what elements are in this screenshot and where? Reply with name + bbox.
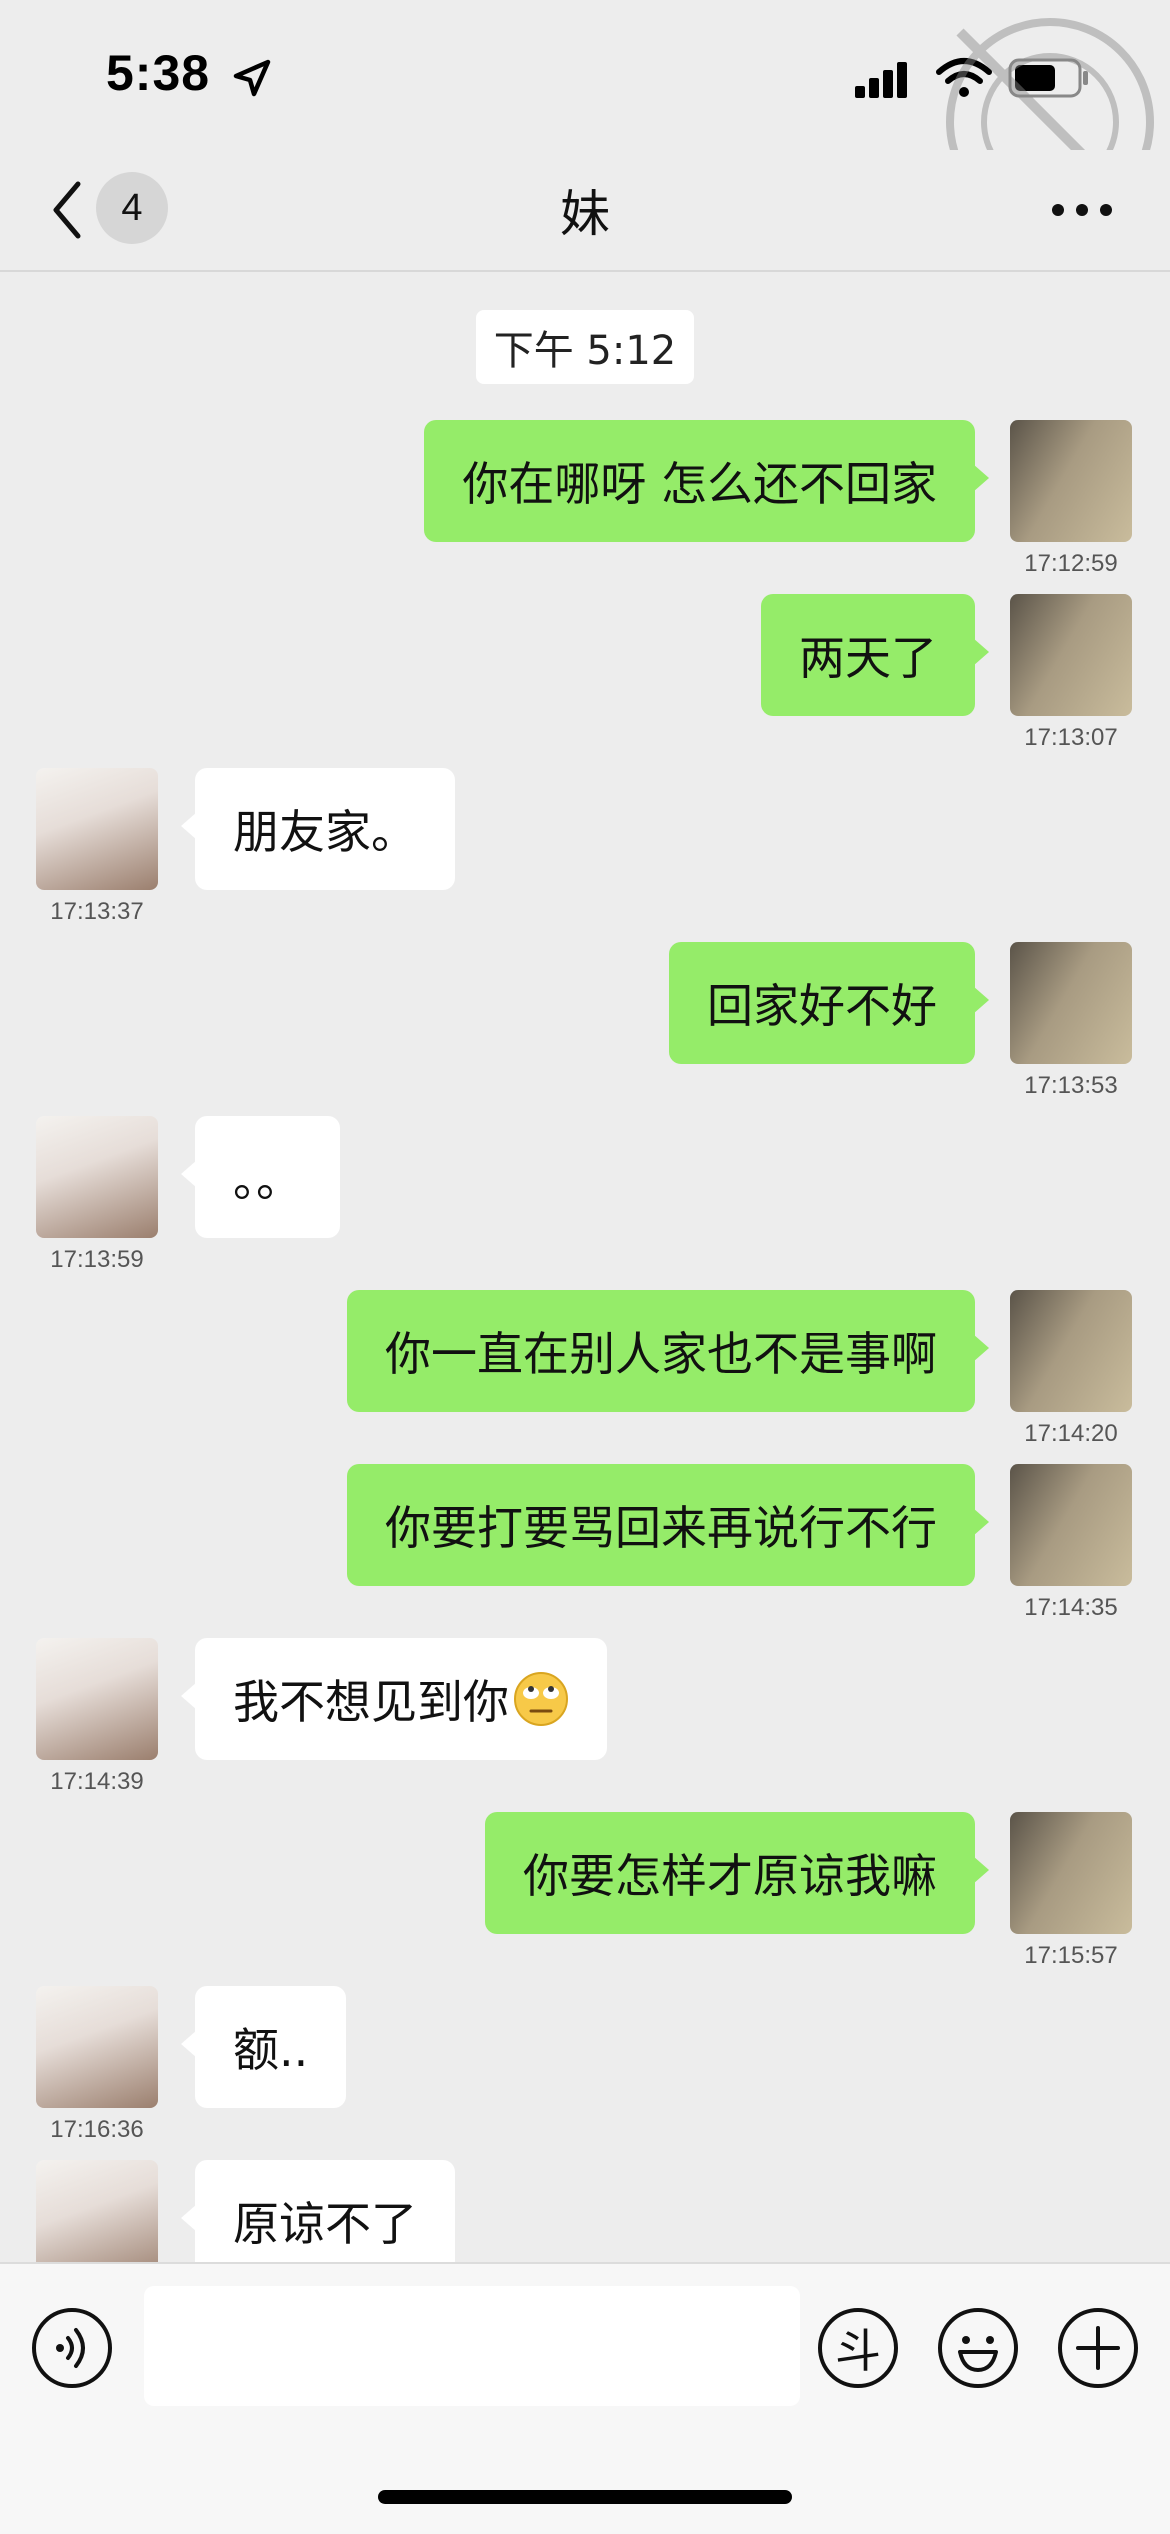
avatar-me[interactable]: [1010, 1290, 1132, 1412]
nav-bar: 4 妹: [0, 150, 1170, 272]
time-divider-label: 下午 5:12: [475, 310, 695, 384]
message-bubble[interactable]: 我不想见到你: [181, 1638, 607, 1760]
message-bubble[interactable]: 。。: [181, 1116, 340, 1238]
message-timestamp: 17:14:39: [50, 1768, 144, 1795]
plus-icon[interactable]: [1056, 2306, 1140, 2390]
message-timestamp: 17:14:20: [1024, 1420, 1118, 1447]
avatar-me[interactable]: [1010, 420, 1132, 542]
home-indicator[interactable]: [378, 2490, 792, 2504]
avatar-contact[interactable]: [36, 1986, 158, 2108]
message-outgoing: 你要打要骂回来再说行不行 17:14:35: [0, 1464, 1170, 1621]
message-timestamp: 17:13:59: [50, 1246, 144, 1273]
dou-sticker-button[interactable]: 斗: [816, 2306, 900, 2390]
message-incoming: 。。 17:13:59: [0, 1116, 1170, 1273]
message-bubble[interactable]: 你要打要骂回来再说行不行: [347, 1464, 989, 1586]
dou-label: 斗: [835, 2324, 881, 2378]
message-input[interactable]: [144, 2286, 800, 2406]
more-options-icon[interactable]: [1050, 200, 1114, 220]
message-outgoing: 回家好不好 17:13:53: [0, 942, 1170, 1099]
message-outgoing: 你在哪呀 怎么还不回家 17:12:59: [0, 420, 1170, 577]
message-incoming: 额.. 17:16:36: [0, 1986, 1170, 2143]
message-timestamp: 17:16:36: [50, 2116, 144, 2143]
avatar-contact[interactable]: [36, 1116, 158, 1238]
message-outgoing: 你要怎样才原谅我嘛 17:15:57: [0, 1812, 1170, 1969]
status-time: 5:38: [106, 45, 211, 101]
avatar-me[interactable]: [1010, 1464, 1132, 1586]
message-timestamp: 17:13:37: [50, 898, 144, 925]
message-timestamp: 17:14:35: [1024, 1594, 1118, 1621]
message-outgoing: 两天了 17:13:07: [0, 594, 1170, 751]
cellular-signal-icon: [855, 62, 907, 98]
message-bubble[interactable]: 朋友家。: [181, 768, 455, 890]
message-timestamp: 17:15:57: [1024, 1942, 1118, 1969]
emoji-icon[interactable]: [936, 2306, 1020, 2390]
message-incoming: 我不想见到你 17:14:39: [0, 1638, 1170, 1795]
message-timestamp: 17:12:59: [1024, 550, 1118, 577]
avatar-me[interactable]: [1010, 942, 1132, 1064]
voice-input-icon[interactable]: [30, 2306, 114, 2390]
message-bubble[interactable]: 你一直在别人家也不是事啊: [347, 1290, 989, 1412]
chat-title: 妹: [560, 185, 610, 243]
message-incoming: 朋友家。 17:13:37: [0, 768, 1170, 925]
message-bubble[interactable]: 回家好不好: [669, 942, 989, 1064]
message-timestamp: 17:13:53: [1024, 1072, 1118, 1099]
message-timestamp: 17:13:07: [1024, 724, 1118, 751]
avatar-contact[interactable]: [36, 1638, 158, 1760]
avatar-me[interactable]: [1010, 594, 1132, 716]
location-arrow-icon: [233, 59, 271, 97]
eye-roll-emoji-icon: [514, 1672, 568, 1726]
message-outgoing: 你一直在别人家也不是事啊 17:14:20: [0, 1290, 1170, 1447]
message-bubble[interactable]: 两天了: [761, 594, 989, 716]
message-bubble[interactable]: 你要怎样才原谅我嘛: [485, 1812, 989, 1934]
message-text: 我不想见到你: [233, 1675, 509, 1729]
avatar-contact[interactable]: [36, 768, 158, 890]
message-bubble[interactable]: 额..: [180, 1986, 347, 2108]
message-bubble[interactable]: 你在哪呀 怎么还不回家: [424, 420, 989, 542]
time-divider: 下午 5:12: [0, 310, 1170, 384]
avatar-me[interactable]: [1010, 1812, 1132, 1934]
